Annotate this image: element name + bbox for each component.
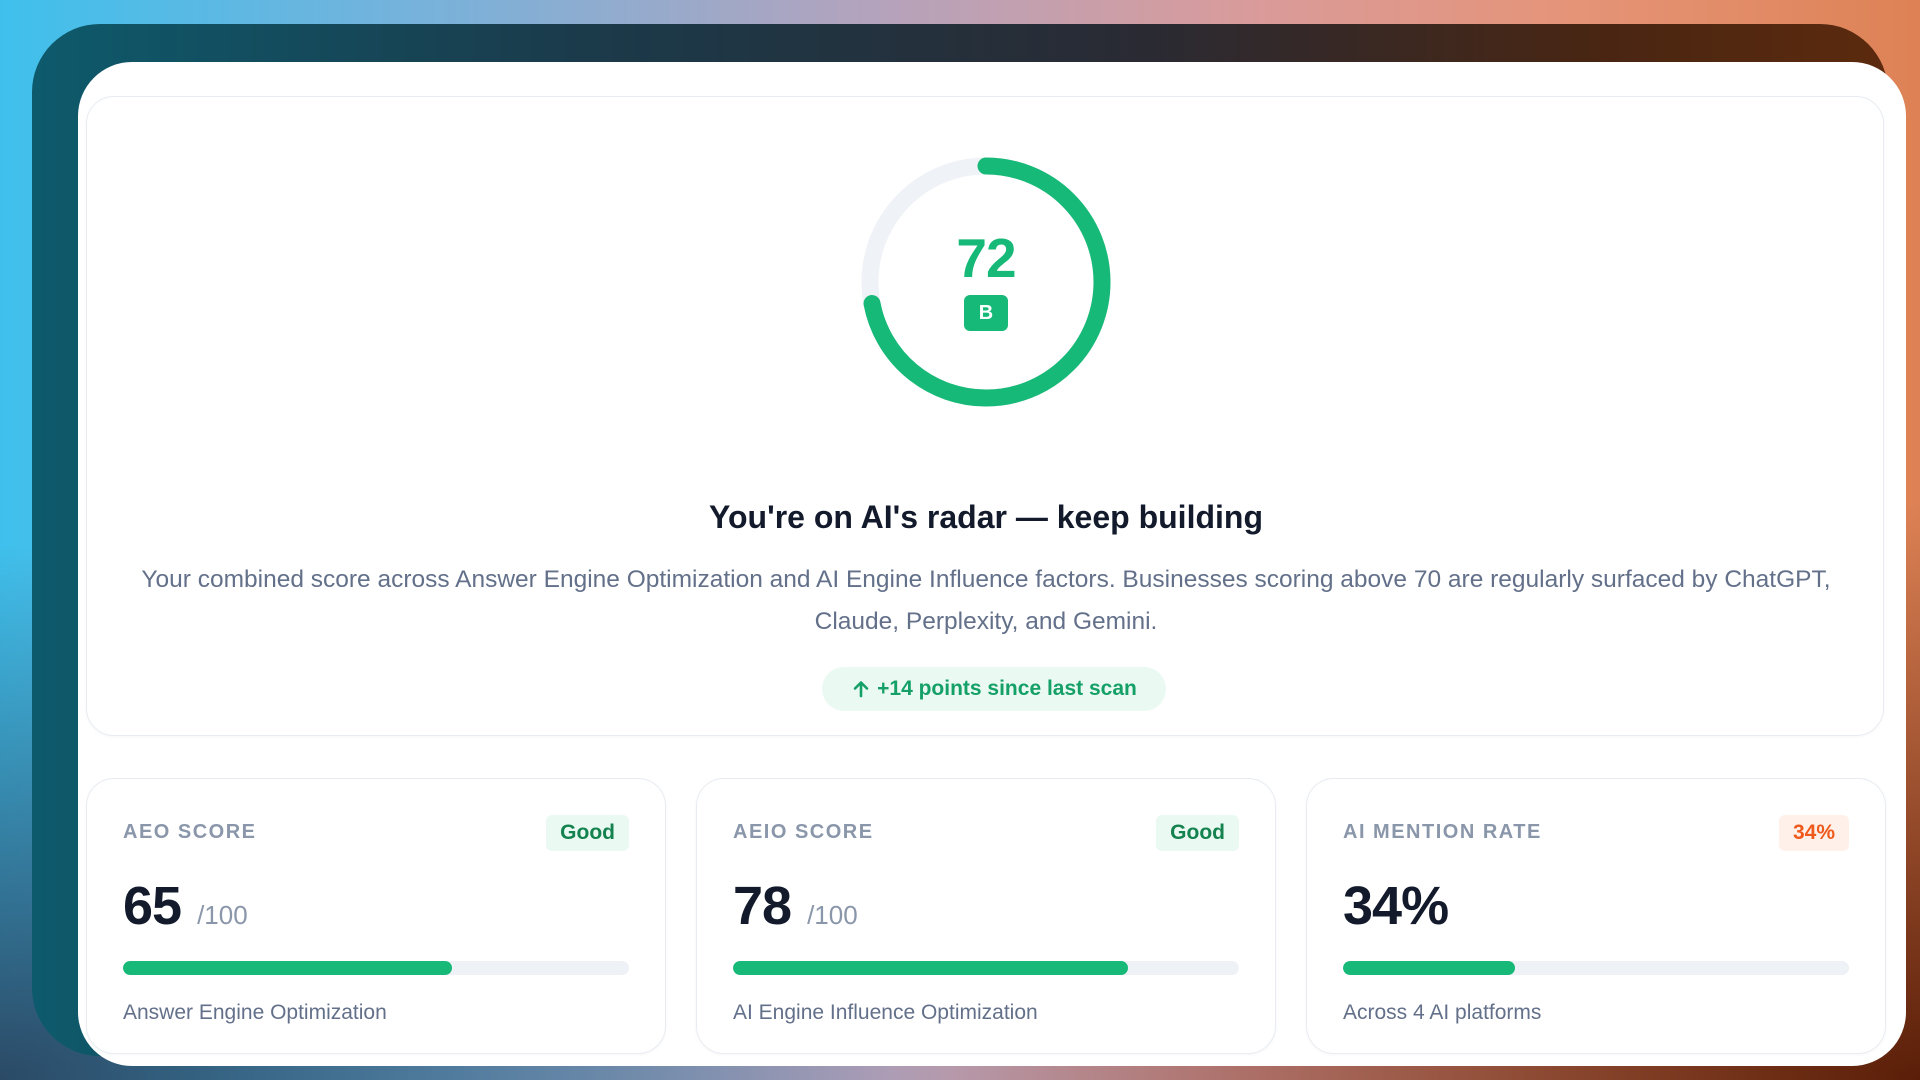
progress-fill	[123, 961, 452, 975]
progress-fill	[1343, 961, 1516, 975]
score-row: 78 /100	[733, 879, 858, 933]
status-badge: 34%	[1778, 815, 1849, 851]
card-score: 65	[123, 876, 182, 936]
screen: 72 B You're on AI's radar — keep buildin…	[78, 62, 1906, 1066]
card-label: AI MENTION RATE	[1343, 821, 1542, 843]
status-badge: Good	[546, 815, 629, 851]
score-gauge: 72 B	[861, 157, 1111, 407]
overall-score-panel: 72 B You're on AI's radar — keep buildin…	[86, 96, 1884, 736]
card-score-max: /100	[807, 900, 858, 930]
card-score: 34%	[1343, 876, 1449, 936]
score-row: 34%	[1343, 876, 1449, 936]
score-row: 65 /100	[123, 879, 248, 933]
progress-track	[123, 961, 629, 975]
device-frame: 72 B You're on AI's radar — keep buildin…	[32, 24, 1906, 1066]
card-caption: AI Engine Influence Optimization	[733, 1001, 1038, 1024]
score-change-label: +14 points since last scan	[877, 677, 1137, 700]
card-caption: Across 4 AI platforms	[1343, 1001, 1542, 1024]
card-label: AEIO SCORE	[733, 821, 874, 843]
score-description: Your combined score across Answer Engine…	[141, 566, 1831, 635]
score-change-badge: +14 points since last scan	[822, 667, 1166, 711]
score-headline: You're on AI's radar — keep building	[709, 499, 1263, 535]
arrow-up-icon	[853, 681, 869, 698]
grade-badge: B	[964, 295, 1008, 331]
status-badge: Good	[1156, 815, 1239, 851]
progress-track	[1343, 961, 1849, 975]
ai-mention-rate-card: AI MENTION RATE 34% 34% Across 4 AI plat…	[1306, 778, 1886, 1054]
aeo-score-card: AEO SCORE Good 65 /100 Answer Engine Opt…	[86, 778, 666, 1054]
aeio-score-card: AEIO SCORE Good 78 /100 AI Engine Influe…	[696, 778, 1276, 1054]
overall-score-value: 72	[956, 227, 1016, 289]
card-caption: Answer Engine Optimization	[123, 1001, 387, 1024]
progress-track	[733, 961, 1239, 975]
card-score-max: /100	[197, 900, 248, 930]
card-score: 78	[733, 876, 792, 936]
progress-fill	[733, 961, 1128, 975]
card-label: AEO SCORE	[123, 821, 257, 843]
